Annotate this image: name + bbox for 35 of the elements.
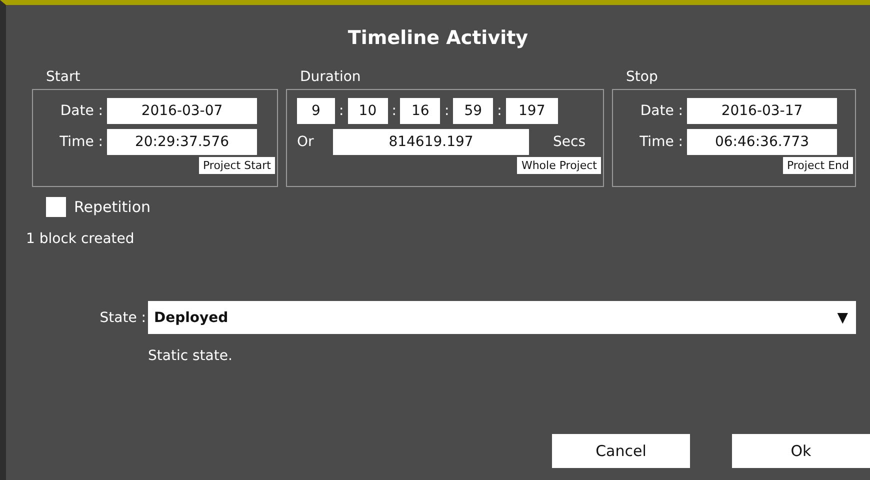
project-end-button[interactable]: Project End bbox=[782, 157, 853, 174]
state-dropdown[interactable]: Deployed ▼ bbox=[148, 301, 856, 334]
window-title: Timeline Activity bbox=[346, 27, 530, 51]
separator: : bbox=[444, 103, 450, 119]
repetition-label: Repetition bbox=[74, 198, 151, 216]
separator: : bbox=[497, 103, 502, 119]
status-text: 1 block created bbox=[26, 231, 136, 247]
unit-label: Secs bbox=[553, 134, 586, 150]
or-label: Or bbox=[297, 134, 315, 150]
separator: : bbox=[339, 103, 344, 119]
duration-field[interactable]: 9 bbox=[297, 98, 335, 124]
project-start-button[interactable]: Project Start bbox=[198, 157, 275, 174]
cancel-button[interactable]: Cancel bbox=[552, 434, 690, 468]
duration-field[interactable]: 16 bbox=[400, 98, 440, 124]
date-field[interactable]: 2016-03-17 bbox=[687, 98, 837, 124]
section-label: Start bbox=[46, 69, 82, 87]
state-description: Static state. bbox=[148, 348, 234, 364]
duration-field[interactable]: 10 bbox=[348, 98, 388, 124]
time-field[interactable]: 20:29:37.576 bbox=[107, 129, 257, 155]
date-label: Date : bbox=[59, 103, 103, 119]
date-field[interactable]: 2016-03-07 bbox=[107, 98, 257, 124]
separator: : bbox=[392, 103, 396, 119]
whole-project-button[interactable]: Whole Project bbox=[517, 157, 601, 174]
date-label: Date : bbox=[639, 103, 683, 119]
time-field[interactable]: 06:46:36.773 bbox=[687, 129, 837, 155]
time-label: Time : bbox=[58, 134, 103, 150]
duration-field[interactable]: 197 bbox=[506, 98, 558, 124]
section-label: Duration bbox=[300, 69, 362, 87]
ok-button[interactable]: Ok bbox=[732, 434, 870, 468]
duration-field[interactable]: 59 bbox=[453, 98, 494, 124]
state-label: State : bbox=[98, 310, 147, 326]
seconds-field[interactable]: 814619.197 bbox=[333, 129, 529, 155]
time-label: Time : bbox=[638, 134, 683, 150]
repetition-checkbox[interactable] bbox=[46, 197, 66, 217]
section-label: Stop bbox=[626, 69, 659, 87]
